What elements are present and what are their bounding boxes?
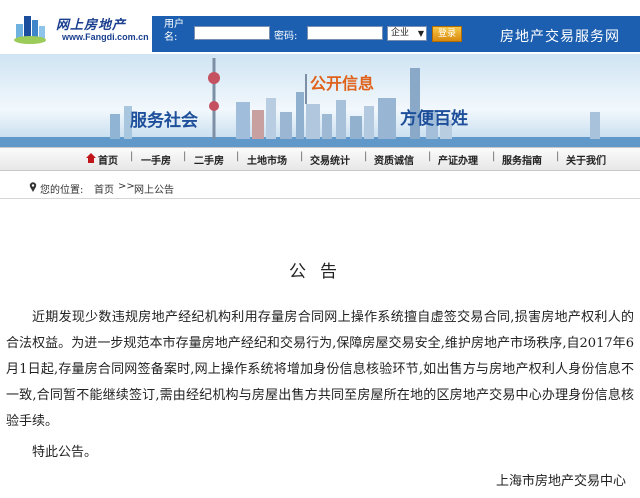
- nav-separator: |: [183, 151, 187, 162]
- breadcrumb: 您的位置: 首页 >> 网上公告: [0, 178, 640, 199]
- site-title: 房地产交易服务网: [500, 29, 620, 45]
- nav-separator: |: [300, 151, 304, 162]
- nav-separator: |: [428, 151, 432, 162]
- password-label: 密码:: [274, 31, 298, 42]
- nav-item-about-us[interactable]: 关于我们: [566, 152, 606, 167]
- nav-item-service-guide[interactable]: 服务指南: [502, 152, 542, 167]
- banner: 服务社会 公开信息 方便百姓: [0, 54, 640, 147]
- nav-item-land-market[interactable]: 土地市场: [247, 152, 287, 167]
- top-header: 网上房地产 www.Fangdi.com.cn 用户名: 密码: 企业 ▼ 登录…: [0, 0, 640, 54]
- username-label: 用户名:: [164, 19, 184, 43]
- logo-chinese-text: 网上房地产: [56, 18, 127, 33]
- password-input[interactable]: [307, 26, 383, 40]
- nav-item-credentials[interactable]: 资质诚信: [374, 152, 414, 167]
- nav-item-home[interactable]: 首页: [98, 152, 118, 167]
- nav-item-resale[interactable]: 二手房: [194, 152, 224, 167]
- slogan-right: 方便百姓: [400, 109, 468, 129]
- nav-separator: |: [556, 151, 560, 162]
- skyline-image: [0, 58, 640, 147]
- location-pin-icon: [29, 182, 37, 192]
- nav-item-new-homes[interactable]: 一手房: [141, 152, 171, 167]
- main-nav: 首页 | 一手房 | 二手房 | 土地市场 | 交易统计 | 资质诚信 | 产证…: [0, 147, 640, 171]
- logo-buildings-icon: [14, 16, 46, 44]
- breadcrumb-home-link[interactable]: 首页: [94, 181, 114, 196]
- notice-title: 公告: [289, 262, 351, 282]
- username-input[interactable]: [194, 26, 270, 40]
- login-bar: 用户名: 密码: 企业 ▼ 登录 房地产交易服务网: [152, 16, 640, 52]
- logo-url-text: www.Fangdi.com.cn: [62, 32, 149, 42]
- site-logo[interactable]: 网上房地产 www.Fangdi.com.cn: [14, 8, 149, 48]
- account-type-value: 企业: [391, 28, 410, 38]
- nav-item-statistics[interactable]: 交易统计: [310, 152, 350, 167]
- nav-separator: |: [236, 151, 240, 162]
- dropdown-arrow-icon: ▼: [417, 29, 424, 38]
- account-type-select[interactable]: 企业 ▼: [387, 26, 427, 41]
- slogan-center: 公开信息: [310, 74, 375, 93]
- home-icon: [86, 153, 96, 163]
- notice-body: 近期发现少数违规房地产经纪机构利用存量房合同网上操作系统擅自虚签交易合同,损害房…: [6, 310, 634, 429]
- notice-signature: 上海市房地产交易中心: [495, 474, 626, 489]
- breadcrumb-separator: >>: [118, 181, 135, 192]
- nav-separator: |: [492, 151, 496, 162]
- nav-item-certificates[interactable]: 产证办理: [438, 152, 478, 167]
- breadcrumb-prefix: 您的位置:: [40, 185, 84, 196]
- breadcrumb-current: 网上公告: [134, 185, 174, 196]
- notice-closing: 特此公告。: [32, 445, 98, 460]
- slogan-left: 服务社会: [130, 111, 198, 131]
- nav-separator: |: [130, 151, 134, 162]
- login-button[interactable]: 登录: [432, 26, 462, 42]
- nav-separator: |: [364, 151, 368, 162]
